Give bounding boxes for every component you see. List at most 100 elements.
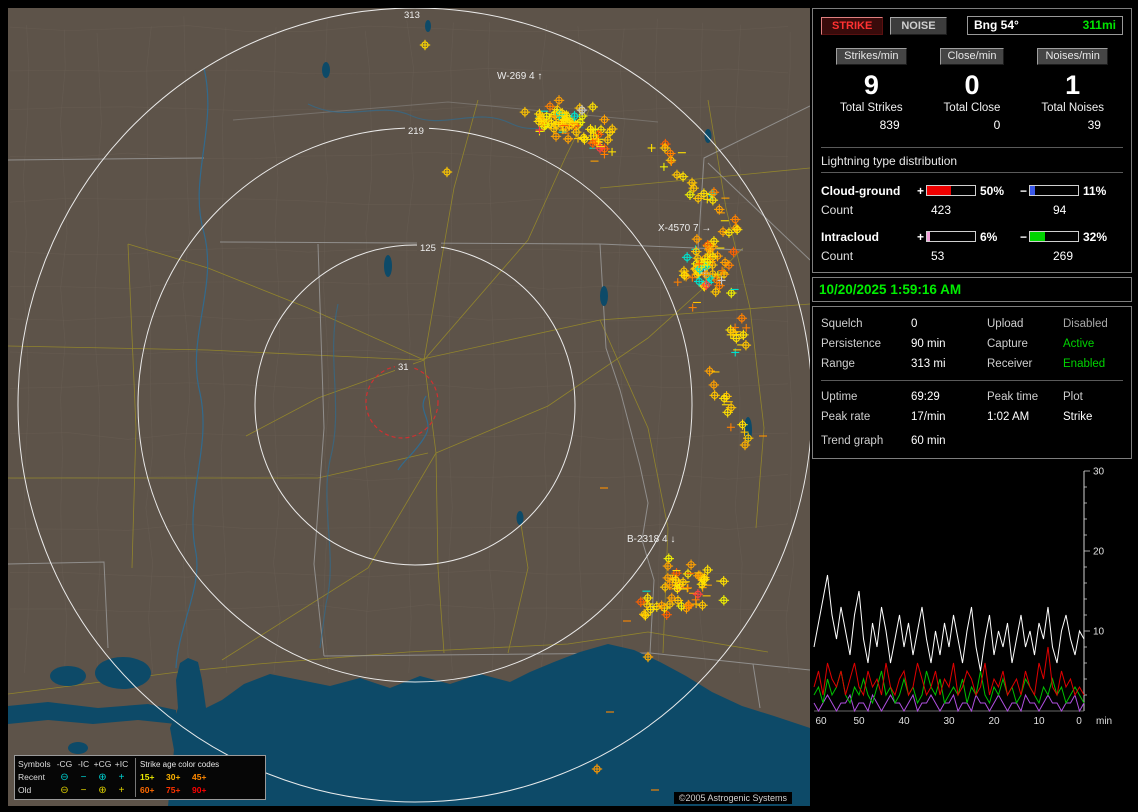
svg-text:X-4570 7 →: X-4570 7 → bbox=[658, 223, 711, 234]
peak-rate-label: Peak rate bbox=[821, 411, 911, 423]
svg-text:125: 125 bbox=[420, 243, 436, 254]
legend-symbols-title: Symbols bbox=[18, 758, 55, 771]
strike-button[interactable]: STRIKE bbox=[821, 17, 883, 35]
bar-fill bbox=[1030, 186, 1035, 195]
plus-sign: + bbox=[915, 184, 926, 198]
svg-text:40: 40 bbox=[898, 716, 910, 725]
settings-row: Range 313 mi Receiver Enabled bbox=[821, 354, 1123, 374]
cg-plus-old-icon: ⊕ bbox=[93, 786, 112, 796]
minus-sign: − bbox=[1018, 230, 1029, 244]
status-row: Uptime 69:29 Peak time Plot bbox=[821, 387, 1123, 407]
ic-positive-count: 53 bbox=[915, 249, 1041, 265]
trend-graph: 1020306050403020100min bbox=[812, 463, 1130, 725]
bar-fill bbox=[1030, 232, 1045, 241]
strikes-rate: 9 bbox=[821, 68, 922, 102]
trend-graph-label: Trend graph bbox=[821, 435, 911, 447]
ic-plus-old-icon: + bbox=[112, 786, 131, 796]
svg-text:min: min bbox=[1096, 716, 1112, 725]
legend-age-row-1: 15+ 30+ 45+ bbox=[140, 771, 262, 784]
legend-recent-row: Recent ⊖ − ⊕ + bbox=[18, 771, 131, 784]
lightning-map[interactable]: 31321912531 W-269 4 ↑X-4570 7 →B-2318 4 … bbox=[8, 8, 810, 806]
age-15: 15+ bbox=[140, 771, 166, 784]
svg-text:W-269 4 ↑: W-269 4 ↑ bbox=[497, 71, 542, 82]
strikes-per-min-button[interactable]: Strikes/min bbox=[836, 48, 906, 65]
cg-negative-bar bbox=[1029, 185, 1079, 196]
squelch-label: Squelch bbox=[821, 318, 911, 330]
sidebar: STRIKE NOISE Bng 54° 311mi Strikes/min C… bbox=[812, 8, 1132, 806]
svg-text:B-2318 4 ↓: B-2318 4 ↓ bbox=[627, 534, 675, 545]
upload-status: Disabled bbox=[1063, 318, 1123, 330]
minus-sign: − bbox=[1018, 184, 1029, 198]
svg-text:20: 20 bbox=[988, 716, 1000, 725]
cg-negative-pct: 11% bbox=[1079, 184, 1115, 198]
total-strikes-value: 839 bbox=[821, 118, 922, 135]
range-value: 313 mi bbox=[911, 358, 987, 370]
legend-old-label: Old bbox=[18, 784, 55, 797]
total-close-value: 0 bbox=[922, 118, 1023, 135]
plot-value: Strike bbox=[1063, 411, 1123, 423]
close-per-min-button[interactable]: Close/min bbox=[940, 48, 1005, 65]
uptime-value: 69:29 bbox=[911, 391, 987, 403]
svg-text:30: 30 bbox=[943, 716, 955, 725]
bearing-label: Bng 54° bbox=[974, 18, 1019, 33]
total-noises-value: 39 bbox=[1022, 118, 1123, 135]
svg-text:10: 10 bbox=[1033, 716, 1045, 725]
noise-button[interactable]: NOISE bbox=[890, 17, 946, 35]
cg-positive-bar bbox=[926, 185, 976, 196]
ic-positive-pct: 6% bbox=[976, 230, 1018, 244]
squelch-value: 0 bbox=[911, 318, 987, 330]
svg-text:30: 30 bbox=[1093, 467, 1105, 478]
ic-positive-bar bbox=[926, 231, 976, 242]
capture-label: Capture bbox=[987, 338, 1063, 350]
app-window: { "map": { "land_color": "#5d5349", "wat… bbox=[0, 0, 1138, 812]
total-strikes-label: Total Strikes bbox=[821, 102, 922, 118]
datetime-text: 10/20/2025 1:59:16 AM bbox=[819, 282, 961, 297]
age-45: 45+ bbox=[192, 771, 218, 784]
plot-label: Plot bbox=[1063, 391, 1123, 403]
cg-negative-count: 94 bbox=[1041, 203, 1066, 219]
cg-plus-recent-icon: ⊕ bbox=[93, 773, 112, 783]
peak-time-label: Peak time bbox=[987, 391, 1063, 403]
svg-text:60: 60 bbox=[815, 716, 827, 725]
map-legend: Symbols -CG -IC +CG +IC Recent ⊖ − ⊕ + O… bbox=[14, 755, 266, 800]
total-close-label: Total Close bbox=[922, 102, 1023, 118]
legend-recent-label: Recent bbox=[18, 771, 55, 784]
svg-text:0: 0 bbox=[1076, 716, 1082, 725]
ic-minus-old-icon: − bbox=[74, 786, 93, 796]
settings-row: Squelch 0 Upload Disabled bbox=[821, 314, 1123, 334]
uptime-label: Uptime bbox=[821, 391, 911, 403]
noises-rate: 1 bbox=[1022, 68, 1123, 102]
intracloud-row: Intracloud + 6% − 32% bbox=[821, 228, 1123, 245]
persistence-label: Persistence bbox=[821, 338, 911, 350]
age-60: 60+ bbox=[140, 784, 166, 797]
svg-text:10: 10 bbox=[1093, 627, 1105, 638]
status-row: Peak rate 17/min 1:02 AM Strike bbox=[821, 407, 1123, 427]
bearing-range: 311mi bbox=[1083, 18, 1116, 33]
bar-fill bbox=[927, 232, 930, 241]
bar-fill bbox=[927, 186, 951, 195]
ic-negative-count: 269 bbox=[1041, 249, 1073, 265]
noises-per-min-button[interactable]: Noises/min bbox=[1037, 48, 1107, 65]
mode-row: STRIKE NOISE Bng 54° 311mi bbox=[821, 16, 1123, 35]
peak-time-value: 1:02 AM bbox=[987, 411, 1063, 423]
svg-text:50: 50 bbox=[853, 716, 865, 725]
cg-minus-recent-icon: ⊖ bbox=[55, 773, 74, 783]
ic-negative-pct: 32% bbox=[1079, 230, 1115, 244]
cg-positive-count: 423 bbox=[915, 203, 1041, 219]
datetime-panel: 10/20/2025 1:59:16 AM bbox=[812, 277, 1132, 302]
trend-graph-value: 60 min bbox=[911, 435, 1123, 447]
legend-col-ic-minus: -IC bbox=[74, 758, 93, 771]
cloud-ground-row: Cloud-ground + 50% − 11% bbox=[821, 182, 1123, 199]
bearing-box: Bng 54° 311mi bbox=[967, 16, 1123, 35]
age-30: 30+ bbox=[166, 771, 192, 784]
distribution-title: Lightning type distribution bbox=[821, 154, 1123, 173]
persistence-value: 90 min bbox=[911, 338, 987, 350]
legend-age-row-2: 60+ 75+ 90+ bbox=[140, 784, 262, 797]
capture-status: Active bbox=[1063, 338, 1123, 350]
ic-plus-recent-icon: + bbox=[112, 773, 131, 783]
map-canvas: 31321912531 W-269 4 ↑X-4570 7 →B-2318 4 … bbox=[8, 8, 810, 806]
settings-panel: Squelch 0 Upload Disabled Persistence 90… bbox=[812, 306, 1132, 459]
legend-age-title: Strike age color codes bbox=[140, 758, 262, 771]
legend-col-cg-plus: +CG bbox=[93, 758, 112, 771]
svg-text:219: 219 bbox=[408, 126, 424, 137]
